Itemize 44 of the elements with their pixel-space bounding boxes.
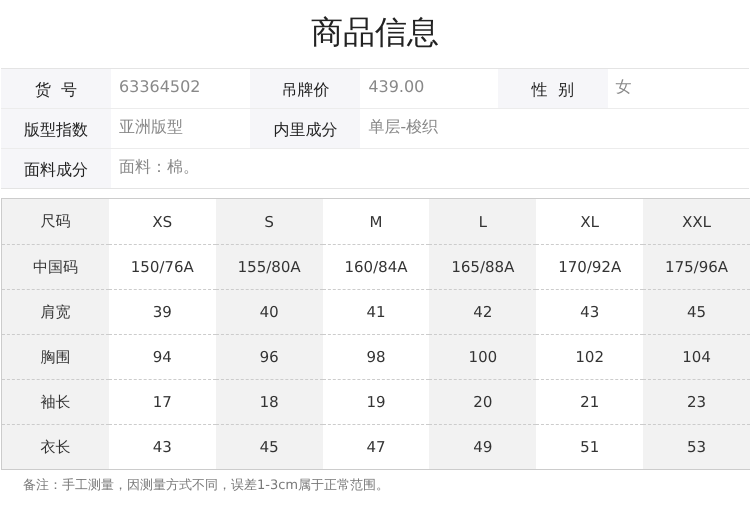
field-value: 面料：棉。	[118, 156, 200, 178]
table-cell: 175/96A	[643, 244, 750, 289]
field-value: 63364502	[118, 76, 202, 98]
column-header: L	[429, 199, 536, 244]
field-value: 439.00	[367, 76, 426, 98]
field-label: 版型指数	[1, 109, 111, 148]
table-cell: 19	[322, 379, 430, 424]
table-cell: 53	[643, 424, 750, 469]
field-value: 单层-梭织	[367, 116, 440, 138]
table-cell: 45	[216, 424, 323, 469]
note-text: 备注：手工测量，因测量方式不同，误差1-3cm属于正常范围。	[22, 477, 390, 494]
table-cell: 45	[643, 289, 750, 334]
table-cell: 42	[429, 289, 536, 334]
field-label: 货 号	[1, 69, 111, 108]
row-header: 袖长	[2, 379, 109, 424]
column-header: S	[216, 199, 323, 244]
row-header: 胸围	[2, 334, 109, 379]
table-cell: 47	[322, 424, 430, 469]
field-label: 性 别	[498, 69, 608, 108]
table-cell: 165/88A	[429, 244, 536, 289]
table-cell: 160/84A	[322, 244, 430, 289]
column-header: 尺码	[2, 199, 109, 244]
row-header: 中国码	[2, 244, 109, 289]
field-label: 面料成分	[1, 149, 111, 188]
field-value: 亚洲版型	[118, 116, 184, 138]
table-cell: 98	[322, 334, 430, 379]
table-cell: 23	[643, 379, 750, 424]
table-cell: 49	[429, 424, 536, 469]
table-cell: 155/80A	[216, 244, 323, 289]
table-cell: 20	[429, 379, 536, 424]
field-label: 吊牌价	[250, 69, 360, 108]
table-cell: 18	[216, 379, 323, 424]
row-header: 肩宽	[2, 289, 109, 334]
table-cell: 96	[216, 334, 323, 379]
column-header: M	[322, 199, 430, 244]
page-title: 商品信息	[310, 12, 440, 53]
field-label: 内里成分	[250, 109, 360, 148]
row-header: 衣长	[2, 424, 109, 469]
table-cell: 104	[643, 334, 750, 379]
table-cell: 40	[216, 289, 323, 334]
field-value: 女	[614, 76, 633, 98]
table-cell: 41	[322, 289, 430, 334]
table-cell: 100	[429, 334, 536, 379]
column-header: XXL	[643, 199, 750, 244]
